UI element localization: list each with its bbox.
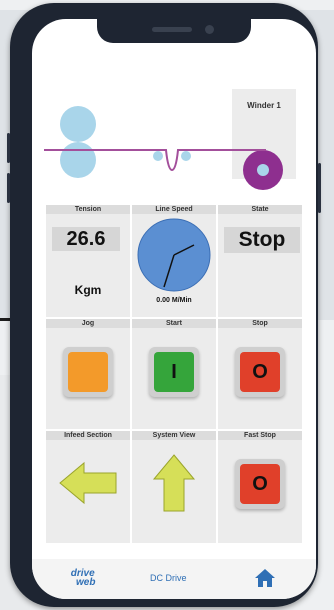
front-camera	[205, 25, 214, 34]
fast-stop-button[interactable]: O	[235, 459, 285, 509]
logo-bottom: web	[76, 577, 96, 588]
speaker-grille	[152, 27, 192, 32]
stop-glyph: O	[252, 361, 268, 383]
navigation-row: Infeed Section System View Fast Stop O	[46, 431, 302, 543]
line-speed-header: Line Speed	[132, 205, 216, 214]
top-nip-roller	[60, 106, 96, 142]
tension-panel: Tension 26.6 Kgm	[46, 205, 130, 317]
home-icon[interactable]	[254, 568, 276, 588]
volume-up-button	[7, 133, 10, 163]
line-speed-panel: Line Speed 0.00 M/Min	[132, 205, 216, 317]
stop-button[interactable]: O	[235, 347, 285, 397]
start-panel: Start I	[132, 319, 216, 429]
state-value: Stop	[224, 227, 300, 253]
line-speed-value: 0.00 M/Min	[156, 297, 192, 304]
bottom-nip-roller	[60, 142, 96, 178]
start-glyph: I	[171, 361, 177, 383]
stop-panel: Stop O	[218, 319, 302, 429]
stop-header: Stop	[218, 319, 302, 328]
hmi-content: Winder 1 Tension 26.6 Kgm Line Speed 0.0…	[44, 39, 304, 543]
dancer-roller-left	[153, 151, 163, 161]
left-arrow-shape	[59, 461, 117, 505]
dc-drive-link[interactable]: DC Drive	[150, 573, 187, 583]
left-arrow-icon[interactable]	[58, 461, 118, 505]
winder-core	[257, 164, 269, 176]
driveweb-logo[interactable]: drive web	[70, 569, 96, 588]
state-panel: State Stop	[218, 205, 302, 317]
tension-unit: Kgm	[74, 283, 102, 297]
stop-button-face: O	[240, 352, 280, 392]
jog-button[interactable]	[63, 347, 113, 397]
up-arrow-shape	[152, 454, 196, 512]
jog-panel: Jog	[46, 319, 130, 429]
power-button	[318, 163, 321, 213]
footer-bar: drive web DC Drive	[32, 559, 316, 599]
fast-stop-header: Fast Stop	[218, 431, 302, 440]
system-view-header: System View	[132, 431, 216, 440]
start-button[interactable]: I	[149, 347, 199, 397]
infeed-header: Infeed Section	[46, 431, 130, 440]
tension-value: 26.6	[52, 227, 120, 251]
system-view-panel: System View	[132, 431, 216, 543]
tension-header: Tension	[46, 205, 130, 214]
start-header: Start	[132, 319, 216, 328]
fast-stop-panel: Fast Stop O	[218, 431, 302, 543]
start-button-face: I	[154, 352, 194, 392]
jog-button-face	[68, 352, 108, 392]
fast-stop-glyph: O	[252, 473, 268, 495]
jog-header: Jog	[46, 319, 130, 328]
phone-screen: Winder 1 Tension 26.6 Kgm Line Speed 0.0…	[32, 19, 316, 599]
volume-down-button	[7, 173, 10, 203]
up-arrow-icon[interactable]	[152, 453, 196, 513]
dancer-roller-right	[181, 151, 191, 161]
notch	[97, 19, 251, 43]
control-row: Jog Start I Stop O	[46, 319, 302, 429]
web-line-diagram	[44, 106, 283, 190]
fast-stop-button-face: O	[240, 464, 280, 504]
state-header: State	[218, 205, 302, 214]
infeed-panel: Infeed Section	[46, 431, 130, 543]
phone-frame: Winder 1 Tension 26.6 Kgm Line Speed 0.0…	[7, 3, 321, 607]
status-row: Tension 26.6 Kgm Line Speed 0.00 M/Min S…	[46, 205, 302, 317]
speed-gauge	[137, 218, 211, 292]
